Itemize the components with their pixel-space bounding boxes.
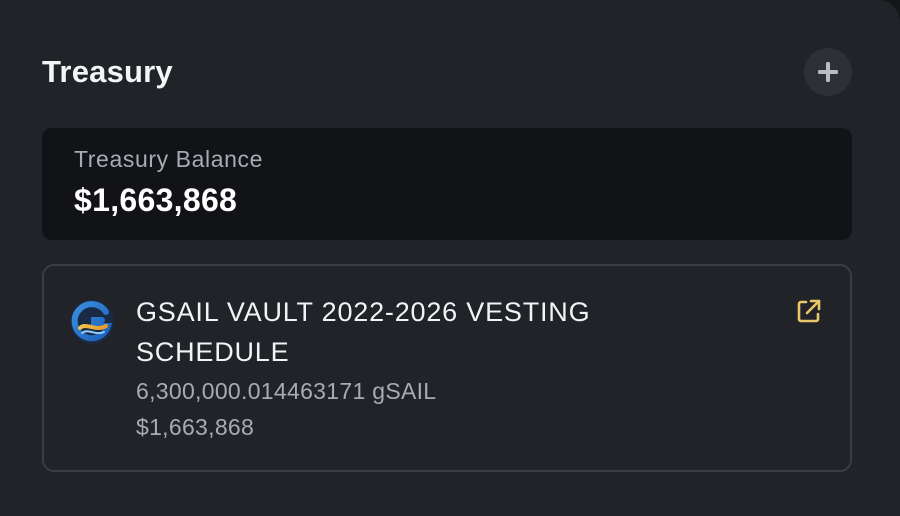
gsail-logo-icon — [70, 300, 114, 344]
treasury-title: Treasury — [42, 54, 173, 89]
asset-card[interactable]: GSAIL VAULT 2022-2026 VESTING SCHEDULE 6… — [42, 264, 852, 472]
external-link-icon[interactable] — [794, 296, 824, 326]
treasury-balance-card: Treasury Balance $1,663,868 — [42, 128, 852, 240]
asset-name: GSAIL VAULT 2022-2026 VESTING SCHEDULE — [136, 297, 591, 367]
add-button[interactable] — [804, 48, 852, 96]
treasury-balance-value: $1,663,868 — [74, 182, 238, 218]
treasury-header: Treasury — [42, 48, 852, 96]
asset-usd-value: $1,663,868 — [136, 414, 255, 440]
treasury-panel: Treasury Treasury Balance $1,663,868 GSA… — [0, 0, 900, 516]
plus-icon — [818, 62, 838, 82]
treasury-balance-label: Treasury Balance — [74, 146, 263, 172]
asset-token-amount: 6,300,000.014463171 gSAIL — [136, 378, 437, 404]
